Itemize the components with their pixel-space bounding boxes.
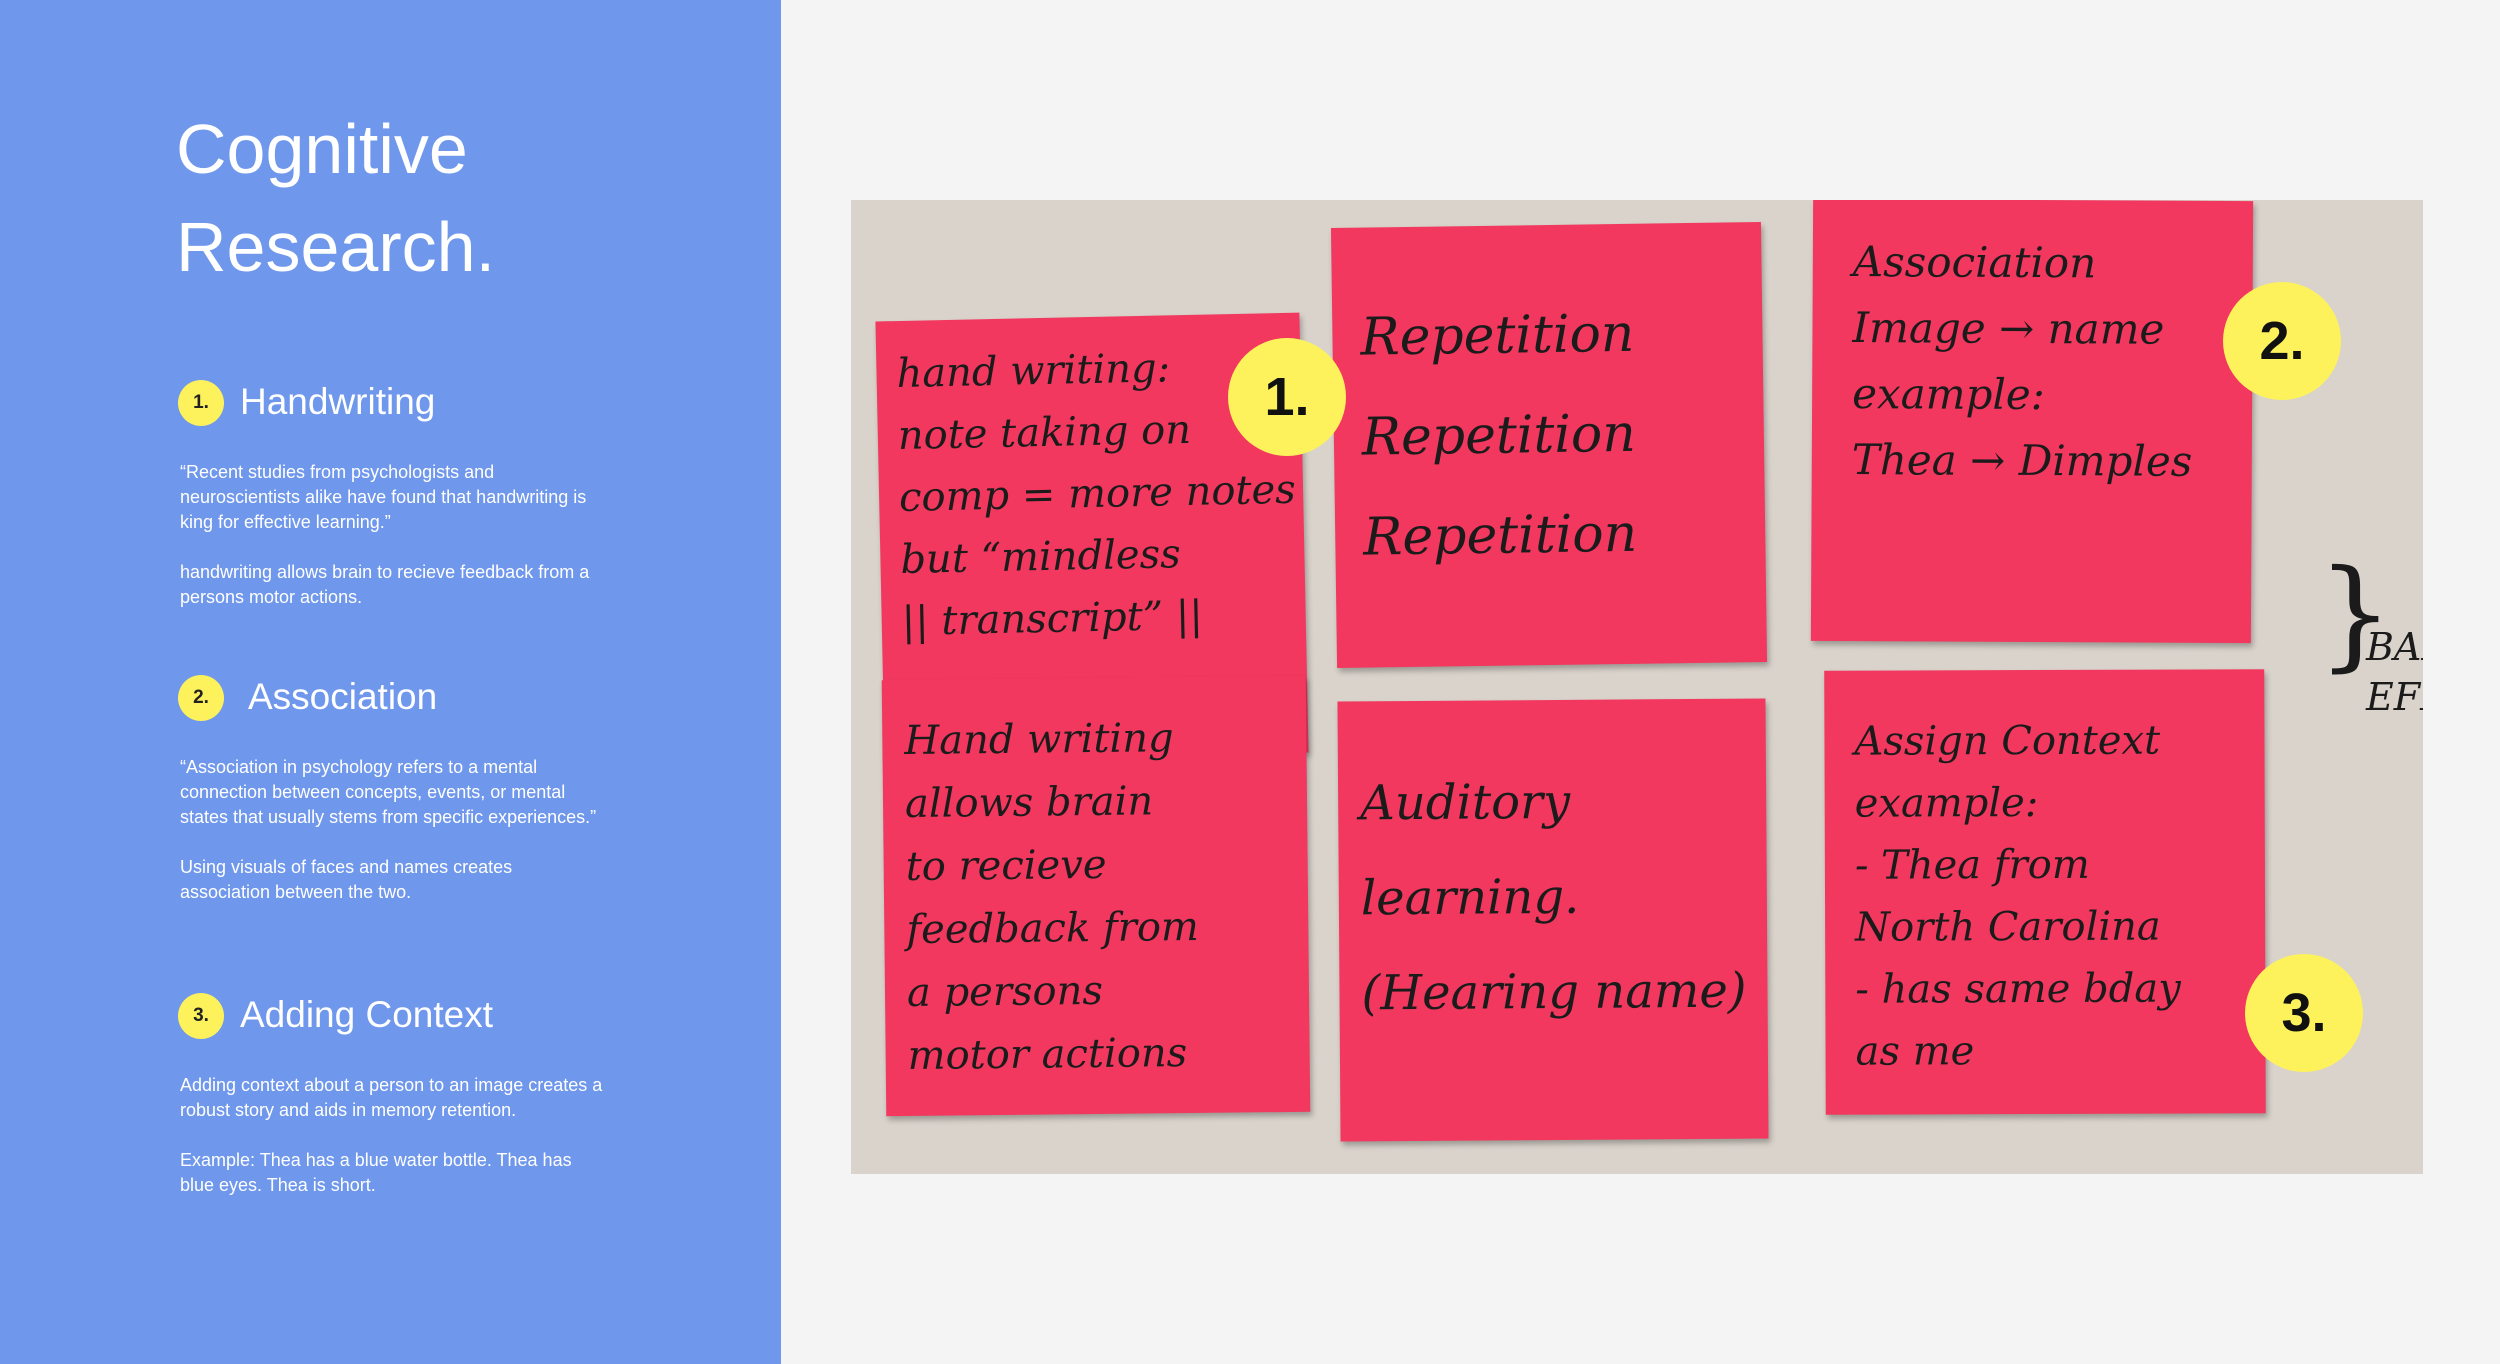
note-text: Association Image → name example: Thea →… (1851, 237, 2193, 486)
note-text: Auditory learning. (Hearing name) (1359, 773, 1747, 1022)
section-heading: Adding Context (240, 994, 494, 1035)
section-association: 2. Association “Association in psycholog… (176, 667, 606, 930)
left-panel: Cognitive Research. 1. Handwriting “Rece… (0, 0, 781, 1364)
marker-2: 2. (2223, 282, 2341, 400)
sticky-note-association: Association Image → name example: Thea →… (1810, 200, 2254, 644)
cropped-edge-text: BAKE EFFE (2366, 625, 2423, 719)
page-title: Cognitive Research. (176, 110, 496, 286)
section-number-badge: 1. (178, 380, 224, 426)
sticky-note-auditory: Auditory learning. (Hearing name) (1337, 698, 1769, 1142)
marker-1: 1. (1228, 338, 1346, 456)
section-handwriting: 1. Handwriting “Recent studies from psyc… (176, 372, 606, 635)
section-quote: “Association in psychology refers to a m… (180, 757, 597, 827)
section-example: Example: Thea has a blue water bottle. T… (180, 1150, 572, 1195)
section-note: handwriting allows brain to recieve feed… (180, 562, 590, 607)
marker-3: 3. (2245, 954, 2363, 1072)
section-heading: Association (248, 676, 438, 717)
section-quote: “Recent studies from psychologists and n… (180, 462, 587, 532)
note-text: Repetition Repetition Repetition (1360, 303, 1638, 568)
note-text: Hand writing allows brain to recieve fee… (904, 715, 1200, 1079)
sticky-notes-photo: hand writing: note taking on comp = more… (851, 200, 2423, 1174)
sticky-note-assign-context: Assign Context example: - Thea from Nort… (1824, 669, 2266, 1115)
section-description: Adding context about a person to an imag… (180, 1075, 603, 1120)
sticky-note-repetition: Repetition Repetition Repetition (1330, 222, 1768, 668)
section-heading: Handwriting (240, 381, 436, 422)
section-note: Using visuals of faces and names creates… (180, 857, 513, 902)
sticky-note-handwriting-feedback: Hand writing allows brain to recieve fee… (881, 675, 1311, 1117)
section-number-badge: 2. (178, 675, 224, 721)
note-text: Assign Context example: - Thea from Nort… (1854, 717, 2181, 1075)
section-number-badge: 3. (178, 993, 224, 1039)
section-adding-context: 3. Adding Context Adding context about a… (176, 985, 606, 1223)
